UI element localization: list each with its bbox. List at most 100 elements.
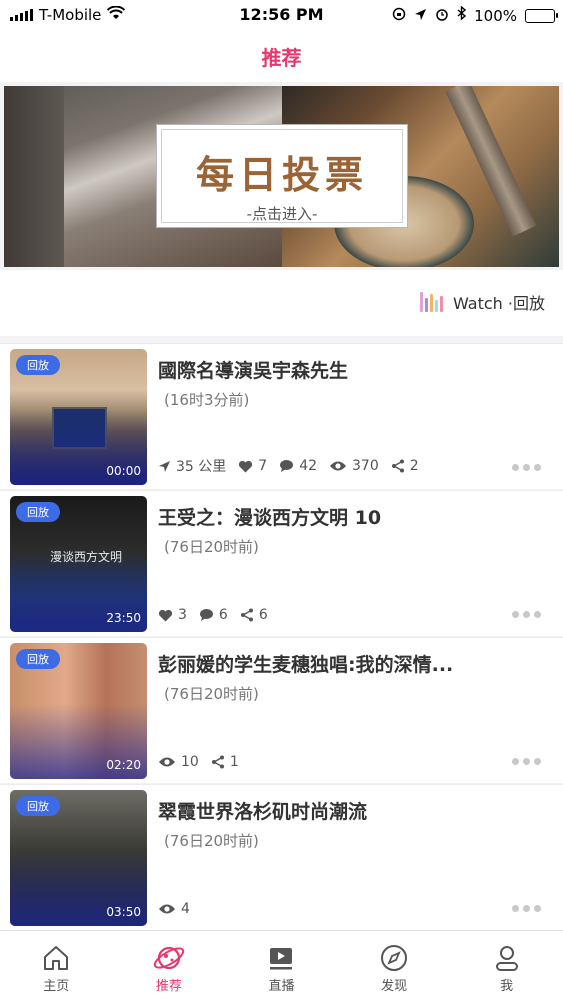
view-count: 4 [181, 901, 190, 917]
more-options-icon[interactable] [512, 758, 541, 765]
tab-live-label: 直播 [268, 979, 295, 994]
share-count: 6 [258, 607, 268, 623]
video-duration: 23:50 [106, 611, 141, 625]
home-icon [41, 941, 71, 975]
location-icon [414, 7, 427, 25]
like-count: 7 [258, 458, 268, 474]
compass-icon [379, 941, 409, 975]
battery-icon [525, 8, 558, 23]
banner-frame-inner: 每日投票 -点击进入- [161, 129, 403, 223]
tab-live[interactable]: 直播 [225, 931, 338, 1000]
heart-icon [239, 460, 253, 472]
like-stat[interactable]: 3 [158, 607, 187, 623]
tab-home[interactable]: 主页 [0, 931, 113, 1000]
view-stat: 10 [158, 754, 199, 770]
view-count: 370 [352, 458, 379, 474]
share-stat[interactable]: 2 [391, 458, 419, 474]
video-time: (76日20时前) [164, 832, 259, 850]
more-options-icon[interactable] [512, 905, 541, 912]
share-icon [391, 459, 404, 473]
bluetooth-icon [457, 5, 467, 25]
comment-count: 42 [299, 458, 318, 474]
video-title[interactable]: 國際名導演吳宇森先生 [158, 356, 548, 383]
video-duration: 02:20 [106, 758, 141, 772]
play-box-icon [266, 941, 296, 975]
video-duration: 00:00 [106, 464, 141, 478]
more-options-icon[interactable] [512, 464, 541, 471]
video-time: (76日20时前) [164, 685, 259, 703]
eye-icon [159, 904, 175, 914]
tab-me-label: 我 [500, 979, 514, 994]
list-item[interactable]: 回放 03:50 翠霞世界洛杉矶时尚潮流 (76日20时前) 4 [0, 784, 563, 930]
comment-stat[interactable]: 6 [199, 607, 228, 623]
video-title[interactable]: 翠霞世界洛杉矶时尚潮流 [158, 797, 548, 824]
tab-recommend-label: 推荐 [155, 979, 182, 994]
video-stats: 3 6 6 [158, 607, 268, 623]
eye-icon [330, 461, 347, 471]
comment-count: 6 [218, 607, 228, 623]
battery-percent: 100% [474, 6, 517, 25]
banner-board [4, 86, 64, 267]
app-screen: T-Mobile 12:56 PM 100% 推荐 每日投票 -点击进入- Wa… [0, 0, 563, 1000]
replay-badge: 回放 [16, 355, 60, 375]
person-icon [492, 941, 522, 975]
more-options-icon[interactable] [512, 611, 541, 618]
video-duration: 03:50 [106, 905, 141, 919]
share-icon [211, 755, 224, 769]
view-stat: 370 [329, 458, 379, 474]
comment-icon [280, 460, 294, 472]
distance-value: 35 公里 [176, 459, 227, 475]
screen-lock-icon [392, 7, 406, 25]
replay-badge: 回放 [16, 796, 60, 816]
eye-icon [159, 757, 175, 767]
bar-chart-icon [420, 292, 443, 312]
like-stat[interactable]: 7 [238, 458, 267, 474]
alarm-icon [435, 7, 449, 25]
video-thumbnail[interactable]: 漫谈西方文明 回放 23:50 [10, 496, 147, 632]
watch-replay-link[interactable]: Watch ·回放 [420, 290, 545, 314]
share-stat[interactable]: 1 [211, 754, 239, 770]
video-time: (16时3分前) [164, 391, 250, 409]
banner-subtitle: -点击进入- [246, 205, 318, 223]
video-list: 回放 00:00 國際名導演吳宇森先生 (16时3分前) 35 公里 7 42 [0, 343, 563, 931]
comment-icon [199, 609, 213, 621]
view-count: 10 [181, 754, 199, 770]
share-count: 2 [409, 458, 419, 474]
share-count: 1 [229, 754, 239, 770]
banner-daily-vote[interactable]: 每日投票 -点击进入- [4, 86, 559, 267]
share-icon [240, 608, 253, 622]
share-stat[interactable]: 6 [240, 607, 268, 623]
comment-stat[interactable]: 42 [279, 458, 317, 474]
view-stat: 4 [158, 901, 190, 917]
video-time: (76日20时前) [164, 538, 259, 556]
list-item[interactable]: 漫谈西方文明 回放 23:50 王受之：漫谈西方文明 10 (76日20时前) … [0, 490, 563, 636]
video-stats: 4 [158, 901, 190, 917]
planet-icon [152, 941, 186, 975]
video-title[interactable]: 彭丽媛的学生麦穗独唱:我的深情... [158, 650, 548, 677]
video-thumbnail[interactable]: 回放 03:50 [10, 790, 147, 926]
banner-title: 每日投票 [195, 153, 368, 197]
watch-label: Watch ·回放 [453, 294, 545, 313]
video-stats: 35 公里 7 42 370 2 [158, 456, 419, 476]
heart-icon [158, 609, 173, 621]
video-thumbnail[interactable]: 回放 00:00 [10, 349, 147, 485]
tab-discover-label: 发现 [381, 979, 408, 994]
banner-frame: 每日投票 -点击进入- [156, 124, 408, 228]
list-item[interactable]: 回放 00:00 國際名導演吳宇森先生 (16时3分前) 35 公里 7 42 [0, 343, 563, 489]
distance-stat: 35 公里 [158, 456, 226, 476]
replay-badge: 回放 [16, 502, 60, 522]
tab-me[interactable]: 我 [450, 931, 563, 1000]
top-nav: 推荐 [0, 30, 563, 82]
status-bar: T-Mobile 12:56 PM 100% [0, 0, 563, 30]
video-thumbnail[interactable]: 回放 02:20 [10, 643, 147, 779]
bottom-tab-bar: 主页 推荐 直播 发现 我 [0, 930, 563, 1000]
tab-recommend[interactable]: 推荐 [113, 931, 226, 1000]
tab-home-label: 主页 [43, 979, 70, 994]
location-arrow-icon [159, 460, 170, 472]
status-right: 100% [392, 5, 558, 25]
video-title[interactable]: 王受之：漫谈西方文明 10 [158, 503, 548, 530]
video-stats: 10 1 [158, 754, 239, 770]
list-item[interactable]: 回放 02:20 彭丽媛的学生麦穗独唱:我的深情... (76日20时前) 10… [0, 637, 563, 783]
tab-discover[interactable]: 发现 [338, 931, 451, 1000]
page-title: 推荐 [261, 46, 302, 70]
